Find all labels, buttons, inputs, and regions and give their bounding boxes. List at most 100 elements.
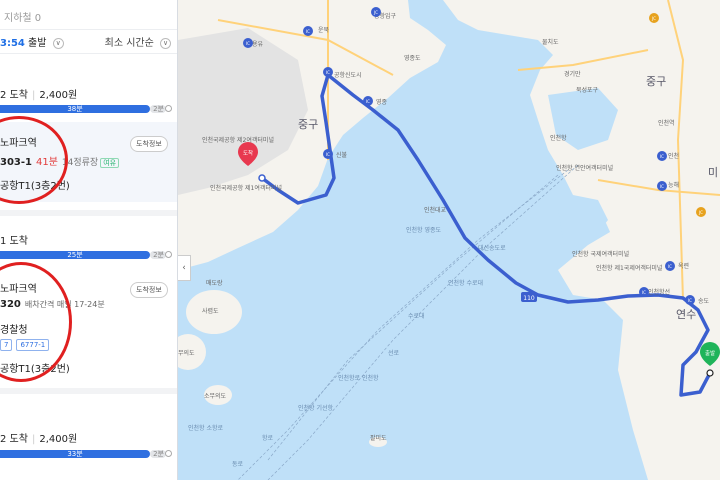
destination-stop: 공항T1(3층2번) <box>0 364 70 375</box>
bus-chip[interactable]: 6777-1 <box>16 339 50 351</box>
jc-badge: JC <box>649 13 659 23</box>
map-label: 선로 <box>388 349 400 357</box>
map-label: 미 <box>708 166 718 179</box>
separator: | <box>31 434 36 445</box>
svg-text:JC: JC <box>651 16 656 21</box>
highway-shield: 110 <box>521 292 537 302</box>
departure-suffix: 출발 <box>24 38 47 49</box>
route-1-detail[interactable]: 노파크역 도착정보 303-1 41분 14정류장 여유 공항T1(3층2번) <box>0 122 177 202</box>
chevron-down-icon[interactable]: ∨ <box>52 37 64 49</box>
svg-text:IC: IC <box>326 70 330 75</box>
crowd-status-badge: 여유 <box>100 158 120 168</box>
svg-text:IC: IC <box>668 264 672 269</box>
map-label: 공항신도시 <box>334 71 362 79</box>
map-label: 송도 <box>698 297 710 305</box>
departure-row: 3:54 출발 ∨ 최소 시간순 ∨ <box>0 30 177 54</box>
ic-badge: IC <box>323 67 333 77</box>
map-label: 인천역 <box>658 119 675 127</box>
map-label: 인천국제공항 제2여객터미널 <box>202 136 274 144</box>
map-label: 물치도 <box>542 38 559 46</box>
subway-count-tab[interactable]: 지하철 0 <box>4 13 41 24</box>
fare: 2,400원 <box>39 434 78 445</box>
separator: | <box>31 90 36 101</box>
svg-text:IC: IC <box>642 290 646 295</box>
chevron-left-icon[interactable]: ‹ <box>182 263 186 273</box>
map-label: 소무의도 <box>204 392 227 400</box>
ic-badge: IC <box>657 151 667 161</box>
svg-text:IC: IC <box>246 41 250 46</box>
map-label: 영종 <box>376 98 388 106</box>
departure-time[interactable]: 3:54 <box>0 38 25 49</box>
map-view[interactable]: 중구 중구 미 연수 인천대교 공항신도시 영종 신불 운북 공항입구 영종도 … <box>178 0 720 480</box>
arrival-marker-label: 도착 <box>243 149 253 157</box>
chevron-down-icon[interactable]: ∨ <box>160 37 171 49</box>
route-walk-bar: 2분 <box>150 450 166 458</box>
section-divider <box>0 388 177 394</box>
ic-badge: IC <box>665 261 675 271</box>
map-label: 인천항 제1국제여객터미널 <box>596 264 662 272</box>
map-label: 인천 <box>668 152 679 160</box>
map-label: 능해 <box>668 181 679 189</box>
departure-time-selector[interactable]: 3:54 출발 ∨ <box>0 34 64 49</box>
svg-text:IC: IC <box>660 184 664 189</box>
bus-number: 320 <box>0 299 21 310</box>
route-walk-bar: 2분 <box>150 251 166 259</box>
ic-badge: IC <box>639 287 649 297</box>
route-time-bar: 33분 <box>0 450 150 458</box>
ic-badge: IC <box>323 149 333 159</box>
section-divider <box>0 210 177 216</box>
ic-badge: IC <box>363 96 373 106</box>
transfer-bus-chips: 7 6777-1 <box>0 339 50 351</box>
svg-text:IC: IC <box>366 99 370 104</box>
route-time-bar: 38분 <box>0 105 150 113</box>
route-summary: 2 도착 | 2,400원 <box>0 430 77 445</box>
fare: 2,400원 <box>39 90 78 101</box>
route-end-dot <box>706 369 714 377</box>
map-label: 무의도 <box>178 349 195 357</box>
destination-stop: 공항T1(3층2번) <box>0 181 70 192</box>
transport-filter-tabs[interactable]: 지하철 0 <box>0 0 177 30</box>
map-label: 인천항 영종도 <box>406 226 442 234</box>
route-time-bar: 25분 <box>0 251 150 259</box>
route-2-detail[interactable]: 노파크역 도착정보 320 배차간격 매일 17-24분 경찰청 7 6777-1… <box>0 270 177 380</box>
bus-interval: 배차간격 매일 17-24분 <box>24 300 105 309</box>
map-label: 영종도 <box>404 54 421 62</box>
svg-text:110: 110 <box>523 295 535 302</box>
map-label: 항로 <box>262 434 274 442</box>
jc-badge: JC <box>696 207 706 217</box>
map-label: 경기만 <box>564 70 581 78</box>
map-label: 동로 <box>232 461 244 468</box>
map-label: 인천항 국제여객터미널 <box>572 250 629 258</box>
map-label: 연수 <box>676 308 696 321</box>
stop-count: 14정류장 <box>61 158 99 168</box>
svg-text:IC: IC <box>688 298 692 303</box>
island-mulchi <box>516 22 540 38</box>
map-label: 인천항로 인천항 <box>338 374 379 382</box>
arrival-time: 2 도착 <box>0 90 28 101</box>
arrival-info-button[interactable]: 도착정보 <box>130 282 168 298</box>
arrival-info-button[interactable]: 도착정보 <box>130 136 168 152</box>
ic-badge: IC <box>657 181 667 191</box>
transfer-station: 경찰청 <box>0 325 28 336</box>
bus-line[interactable]: 320 배차간격 매일 17-24분 <box>0 299 105 310</box>
map-label: 중구 <box>298 118 318 131</box>
sort-selector[interactable]: 최소 시간순 ∨ <box>105 34 171 49</box>
route-summary: 1 도착 <box>0 232 28 247</box>
bus-number: 303-1 <box>0 157 32 168</box>
map-label: 인천항 기선항 <box>298 404 334 412</box>
map-canvas[interactable]: 중구 중구 미 연수 인천대교 공항신도시 영종 신불 운북 공항입구 영종도 … <box>178 0 720 480</box>
map-label: 인천대교 <box>424 206 447 214</box>
ic-badge: IC <box>685 295 695 305</box>
route-summary: 2 도착 | 2,400원 <box>0 86 77 101</box>
svg-text:IC: IC <box>306 29 310 34</box>
bus-chip[interactable]: 7 <box>0 339 13 351</box>
collapse-panel-button[interactable]: ‹ <box>178 255 191 281</box>
arrival-time: 2 도착 <box>0 434 28 445</box>
map-label: 팔미도 <box>370 434 387 442</box>
wait-minutes: 41분 <box>35 157 58 168</box>
sort-label[interactable]: 최소 시간순 <box>105 38 154 49</box>
route-results-panel: 지하철 0 3:54 출발 ∨ 최소 시간순 ∨ 2 도착 | 2,400원 38분… <box>0 0 178 480</box>
jc-badge: JC <box>371 7 381 17</box>
svg-text:IC: IC <box>660 154 664 159</box>
bus-line[interactable]: 303-1 41분 14정류장 여유 <box>0 153 120 168</box>
